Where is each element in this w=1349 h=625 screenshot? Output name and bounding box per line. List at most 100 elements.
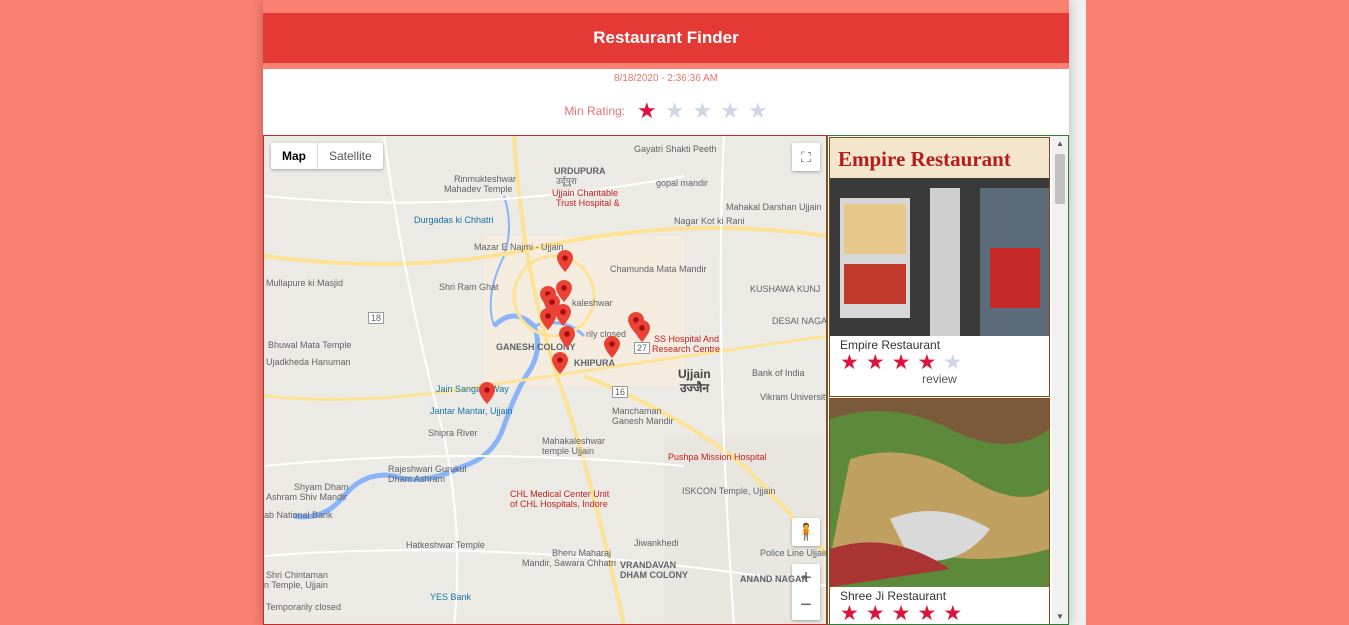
restaurant-pin[interactable] — [604, 336, 620, 358]
restaurant-pin[interactable] — [479, 382, 495, 404]
header-divider — [263, 63, 1069, 69]
map-label-charitable: Ujjain Charitable — [552, 188, 619, 198]
road-shield-16: 16 — [612, 386, 629, 398]
restaurant-card[interactable]: Empire Restaurant Empire Restaurant ★ ★ … — [829, 137, 1050, 397]
map-label-ashram-shiv: Ashram Shiv Mandir — [266, 492, 348, 502]
restaurant-pin[interactable] — [634, 320, 650, 342]
map-label-city: Ujjain — [678, 367, 711, 381]
map-label-ujadkheda: Ujadkheda Hanuman — [266, 357, 351, 367]
map-label-pushpa: Pushpa Mission Hospital — [668, 452, 767, 462]
page-header: Restaurant Finder — [263, 13, 1069, 63]
map-label-rinmukteshwar: Rinmukteshwar — [454, 174, 517, 184]
map-label-temple-ujjain: temple Ujjain — [542, 446, 595, 456]
rating-star: ★ — [840, 602, 859, 625]
rating-star-5[interactable]: ★ — [748, 100, 768, 122]
map-label-chl2: of CHL Hospitals, Indore — [510, 499, 608, 509]
rating-star-4[interactable]: ★ — [720, 100, 740, 122]
fullscreen-icon[interactable]: ⛶ — [792, 143, 820, 171]
map-label-n-temple: n Temple, Ujjain — [264, 580, 328, 590]
map-label-yes-bank: YES Bank — [430, 592, 472, 602]
restaurant-pin[interactable] — [552, 352, 568, 374]
map-label-shri-ram-ghat: Shri Ram Ghat — [439, 282, 499, 292]
rating-star: ★ — [943, 602, 963, 625]
map-label-gopal-mandir: gopal mandir — [656, 178, 709, 188]
map-label-mandir-sawara: Mandir, Sawara Chhatri — [522, 558, 617, 568]
restaurant-name: Empire Restaurant — [840, 338, 941, 352]
list-scrollbar[interactable]: ▲ ▼ — [1052, 136, 1068, 624]
map-label-mahakal-darshan: Mahakal Darshan Ujjain — [726, 202, 822, 212]
map-type-control: Map Satellite — [271, 143, 383, 169]
restaurant-rating: ★ ★ ★ ★ ★ — [840, 352, 1049, 374]
min-rating-label: Min Rating: — [564, 104, 626, 118]
restaurant-photo: Empire Restaurant — [830, 138, 1049, 336]
scroll-down-icon[interactable]: ▼ — [1056, 612, 1064, 621]
map-label-mullapure: Mullapure ki Masjid — [266, 278, 344, 288]
page-scrollbar[interactable] — [1069, 0, 1086, 625]
map-label-vrandavan: VRANDAVAN — [620, 560, 677, 570]
timestamp: 8/18/2020 - 2:36:36 AM — [614, 73, 718, 84]
map-label-nagar-kot: Nagar Kot ki Rani — [674, 216, 745, 226]
rating-star: ★ — [865, 602, 885, 625]
pegman-icon[interactable]: 🧍 — [792, 518, 820, 546]
restaurant-pin[interactable] — [557, 250, 573, 272]
restaurant-pin[interactable] — [555, 304, 571, 326]
min-rating-filter: Min Rating: ★ ★ ★ ★ ★ — [263, 100, 1069, 122]
rating-star: ★ — [840, 351, 859, 374]
road-shield-18: 18 — [368, 312, 385, 324]
map-label-chamunda: Chamunda Mata Mandir — [610, 264, 707, 274]
app-container: Restaurant Finder 8/18/2020 - 2:36:36 AM… — [263, 0, 1069, 625]
restaurant-list[interactable]: Empire Restaurant Empire Restaurant ★ ★ … — [827, 135, 1069, 625]
map-label-manchaman: Manchaman — [612, 406, 662, 416]
map-type-map-button[interactable]: Map — [271, 143, 317, 169]
scroll-thumb[interactable] — [1055, 154, 1065, 204]
map-label-bhuwal: Bhuwal Mata Temple — [268, 340, 352, 350]
page-title: Restaurant Finder — [593, 28, 739, 47]
rating-star: ★ — [891, 351, 911, 374]
map-label-hatkeshwar: Hatkeshwar Temple — [406, 540, 485, 550]
restaurant-sign-text: Empire Restaurant — [838, 147, 1011, 171]
map-label-jantar: Jantar Mantar, Ujjain — [430, 406, 513, 416]
map-label-mahadev-temple: Mahadev Temple — [444, 184, 513, 194]
map-label-temporarily-closed: Temporarily closed — [266, 602, 342, 612]
map-label-police: Police Line Ujjain — [760, 548, 827, 558]
restaurant-pin[interactable] — [559, 326, 575, 348]
map-label-vikram: Vikram University — [760, 392, 827, 402]
map-label-durgadas: Durgadas ki Chhatri — [414, 215, 494, 225]
map-label-shyam: Shyam Dham — [294, 482, 349, 492]
map-label-trust-hospital: Trust Hospital & — [556, 198, 620, 208]
map-label-shri-chintaman: Shri Chintaman — [266, 570, 329, 580]
map-label-desai: DESAI NAGAR — [772, 316, 827, 326]
map-label-ganesh-mandir: Ganesh Mandir — [612, 416, 674, 426]
rating-star-1[interactable]: ★ — [637, 100, 657, 122]
rating-star: ★ — [891, 602, 911, 625]
map-label-iskcon: ISKCON Temple, Ujjain — [682, 486, 776, 496]
map-label-chl: CHL Medical Center Unit — [510, 489, 610, 499]
map-label-national-bank: ab National Bank — [264, 510, 333, 520]
map-label-dham-colony: DHAM COLONY — [620, 570, 688, 580]
restaurant-pin[interactable] — [540, 308, 556, 330]
restaurant-name: Shree Ji Restaurant — [840, 589, 947, 603]
map-label-anand: ANAND NAGAR — [740, 574, 808, 584]
map-label-ss-hospital: SS Hospital And — [654, 334, 720, 344]
map-label-kushawa: KUSHAWA KUNJ — [750, 284, 821, 294]
rating-star: ★ — [917, 602, 937, 625]
zoom-out-button[interactable]: − — [800, 592, 812, 620]
review-link[interactable]: review — [830, 372, 1049, 386]
rating-star: ★ — [865, 351, 885, 374]
map-label-jiwankhedi: Jiwankhedi — [634, 538, 679, 548]
map-label-bheru: Bheru Maharaj — [552, 548, 612, 558]
scroll-up-icon[interactable]: ▲ — [1056, 139, 1064, 148]
restaurant-card[interactable]: Shree Ji Restaurant ★ ★ ★ ★ ★ — [829, 398, 1050, 625]
map-label-dham-ashram: Dham Ashram — [388, 474, 446, 484]
rating-star-2[interactable]: ★ — [665, 100, 685, 122]
map-view[interactable]: Map Satellite ⛶ 🧍 + − URDUPURA उर्दूपुरा… — [263, 135, 827, 625]
map-label-jain-sangam: Jain Sangam Way — [436, 384, 509, 394]
map-type-satellite-button[interactable]: Satellite — [317, 143, 383, 169]
map-label-mahakaleshwar-top: kaleshwar — [572, 298, 613, 308]
map-label-city-hi: उज्जैन — [680, 381, 710, 395]
rating-star-3[interactable]: ★ — [692, 100, 712, 122]
map-label-mazar: Mazar E Najmi - Ujjain — [474, 242, 564, 252]
restaurant-rating: ★ ★ ★ ★ ★ — [840, 603, 1049, 625]
rating-star: ★ — [917, 351, 937, 374]
map-label-khipura: KHIPURA — [574, 358, 616, 368]
